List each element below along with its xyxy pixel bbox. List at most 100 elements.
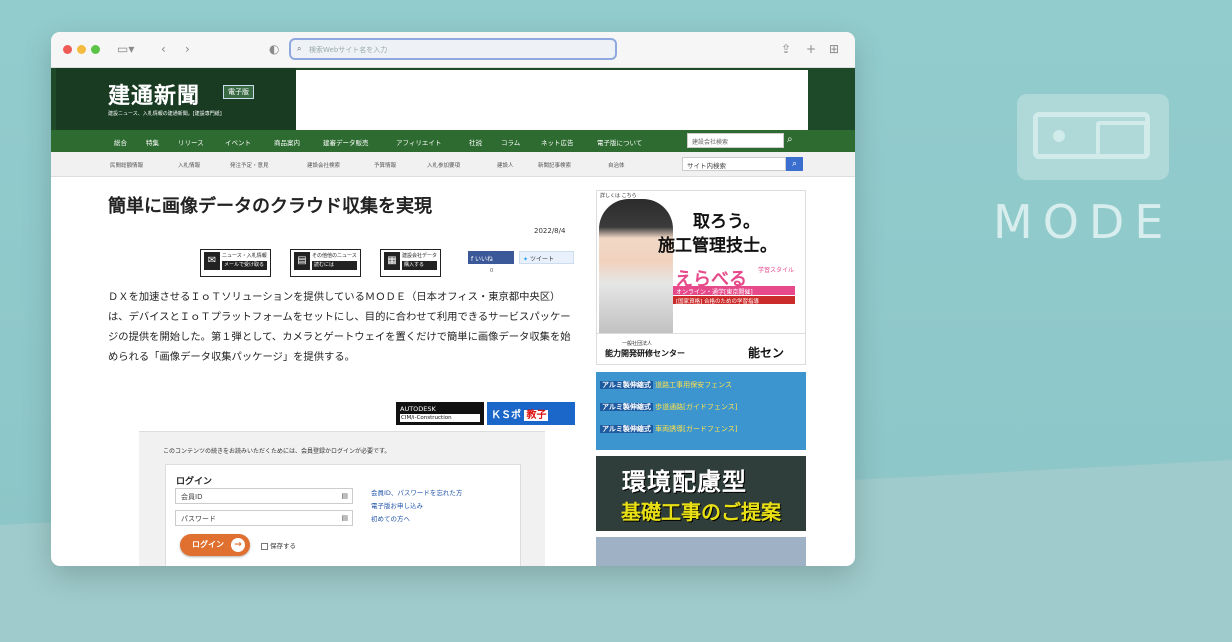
login-button[interactable]: ログイン → [180, 534, 250, 556]
company-search-input[interactable]: 建設会社検索 [687, 133, 784, 148]
ad-headline: 取ろう。 [693, 212, 760, 232]
mail-news-button[interactable]: ✉ ニュース・入札情報 メールで受け取る [200, 249, 271, 277]
search-icon[interactable]: ⌕ [786, 157, 803, 171]
arrow-right-icon: → [231, 538, 245, 552]
forward-icon[interactable]: › [185, 41, 190, 57]
snav-item[interactable]: 予算情報 [374, 161, 396, 169]
sidebar-ad-foundation[interactable]: 環境配慮型 基礎工事のご提案 [596, 456, 806, 531]
snav-item[interactable]: 自治体 [608, 161, 625, 169]
gnav-item[interactable]: 電子版について [597, 137, 642, 147]
ad-title: AUTODESK [400, 405, 436, 413]
snav-item[interactable]: 入札参加要項 [427, 161, 460, 169]
header-banner [296, 70, 808, 130]
address-bar[interactable]: ⌕ 検索Webサイト名を入力 [289, 38, 617, 60]
minimize-window-button[interactable] [77, 45, 86, 54]
back-icon[interactable]: ‹ [161, 41, 166, 57]
login-button-label: ログイン [192, 540, 224, 549]
search-icon: ⌕ [297, 44, 302, 53]
person-photo [599, 199, 673, 339]
ad-row-tag: アルミ製伸縮式 [600, 403, 653, 411]
first-time-link[interactable]: 初めての方へ [371, 513, 462, 526]
snav-item[interactable]: 民間総額情報 [110, 161, 143, 169]
gnav-item[interactable]: コラム [501, 137, 520, 147]
gnav-item[interactable]: イベント [225, 137, 251, 147]
ad-row-tag: アルミ製伸縮式 [600, 425, 653, 433]
snav-item[interactable]: 建設会社検索 [307, 161, 340, 169]
password-field[interactable]: パスワード ▤ [175, 510, 353, 526]
twitter-icon: ✦ [523, 256, 530, 263]
login-links: 会員ID、パスワードを忘れた方 電子版お申し込み 初めての方へ [371, 487, 462, 526]
kyasupo-ad[interactable]: ＫＳポ 教子 [487, 402, 575, 425]
ad-stripe: オンライン・通学[東京開催] [673, 286, 795, 296]
button-label: 読むには [312, 261, 357, 270]
shield-icon[interactable]: ◐ [269, 41, 279, 57]
site-search-input[interactable]: サイト内検索 [682, 157, 786, 171]
close-window-button[interactable] [63, 45, 72, 54]
facebook-like-label: いいね [475, 256, 494, 263]
share-icon[interactable]: ⇪ [781, 41, 791, 57]
ad-subheadline: 基礎工事のご提案 [621, 500, 781, 524]
search-icon[interactable]: ⌕ [787, 134, 793, 145]
sidebar-ad-partial[interactable] [596, 537, 806, 566]
site-subtitle: 建設ニュース、入札情報の建通新聞。[建設専門紙] [108, 111, 222, 117]
button-label: 建設会社データ [402, 253, 438, 259]
ad-small-text: 詳しくは こちら [600, 193, 637, 199]
other-news-button[interactable]: ▤ その他他のニュース 読むには [290, 249, 361, 277]
ad-row-text: 車両誘導[ガードフェンス] [655, 425, 738, 433]
gnav-item[interactable]: 総合 [114, 137, 127, 147]
site-title: 建通新聞 [108, 83, 201, 109]
snav-item[interactable]: 発注予定・意見 [230, 161, 269, 169]
subscribe-link[interactable]: 電子版お申し込み [371, 500, 462, 513]
ad-row: アルミ製伸縮式 車両誘導[ガードフェンス] [600, 424, 738, 434]
ad-org: 能力開発研修センター [605, 349, 685, 358]
gnav-item[interactable]: 社説 [469, 137, 482, 147]
gnav-item[interactable]: リリース [178, 137, 204, 147]
gnav-item[interactable]: 商品案内 [274, 137, 300, 147]
forgot-password-link[interactable]: 会員ID、パスワードを忘れた方 [371, 487, 462, 500]
article-date: 2022/8/4 [534, 227, 566, 235]
gnav-item[interactable]: アフィリエイト [396, 137, 441, 147]
login-notice: このコンテンツの続きをお読みいただくためには、会員登録かログインが必要です。 [163, 448, 391, 455]
zoom-window-button[interactable] [91, 45, 100, 54]
gnav-item[interactable]: 特集 [146, 137, 159, 147]
facebook-like-button[interactable]: f いいね [468, 251, 514, 264]
ad-org-small: 一般社団法人 [622, 341, 653, 347]
keyboard-icon: ▤ [341, 514, 348, 522]
remember-checkbox[interactable]: 保存する [261, 540, 296, 550]
facebook-like-count: 0 [490, 268, 494, 274]
sidebar-ad-fence[interactable]: アルミ製伸縮式 道路工事用保安フェンス アルミ製伸縮式 歩道通路[ガイドフェンス… [596, 372, 806, 450]
sidebar-icon[interactable]: ▭▾ [117, 41, 134, 57]
snav-item[interactable]: 新聞記事検索 [538, 161, 571, 169]
ad-highlight: 教子 [524, 410, 549, 421]
company-data-button[interactable]: ▦ 建設会社データ 購入する [380, 249, 442, 277]
site-header: 建通新聞 電子版 建設ニュース、入札情報の建通新聞。[建設専門紙] [51, 68, 855, 130]
button-label: その他他のニュース [312, 253, 357, 259]
global-nav: 総合 特集 リリース イベント 商品案内 建審データ販売 アフィリエイト 社説 … [51, 130, 855, 152]
gnav-item[interactable]: 建審データ販売 [323, 137, 369, 147]
address-placeholder: 検索Webサイト名を入力 [309, 46, 388, 54]
mode-logo-icon [1017, 94, 1169, 180]
member-id-placeholder: 会員ID [181, 493, 203, 501]
ad-row: アルミ製伸縮式 道路工事用保安フェンス [600, 380, 732, 390]
button-label: ニュース・入札情報 [222, 253, 267, 259]
snav-item[interactable]: 入札情報 [178, 161, 200, 169]
button-label: 購入する [402, 261, 438, 270]
gnav-item[interactable]: ネット広告 [541, 137, 574, 147]
ad-headline: 環境配慮型 [622, 468, 747, 496]
login-panel: このコンテンツの続きをお読みいただくためには、会員登録かログインが必要です。 ロ… [139, 431, 545, 566]
new-tab-icon[interactable]: + [806, 41, 816, 57]
sidebar-ad-qualification[interactable]: 詳しくは こちら 取ろう。 施工管理技士。 えらべる 学習スタイル オンライン・… [596, 190, 806, 365]
ad-subtitle: CIM/i-Construction [400, 414, 480, 422]
autodesk-ad[interactable]: AUTODESK CIM/i-Construction [396, 402, 484, 425]
member-id-field[interactable]: 会員ID ▤ [175, 488, 353, 504]
checkbox-icon [261, 542, 268, 550]
mode-brand-text: MODE [993, 195, 1174, 249]
tweet-button[interactable]: ✦ ツイート [519, 251, 574, 264]
snav-item[interactable]: 建設人 [497, 161, 514, 169]
document-icon: ▤ [294, 252, 310, 270]
keyboard-icon: ▤ [341, 492, 348, 500]
edition-badge: 電子版 [223, 85, 254, 99]
tab-overview-icon[interactable]: ⊞ [829, 41, 839, 57]
password-placeholder: パスワード [181, 515, 216, 523]
masthead[interactable]: 建通新聞 電子版 建設ニュース、入札情報の建通新聞。[建設専門紙] [56, 68, 296, 130]
